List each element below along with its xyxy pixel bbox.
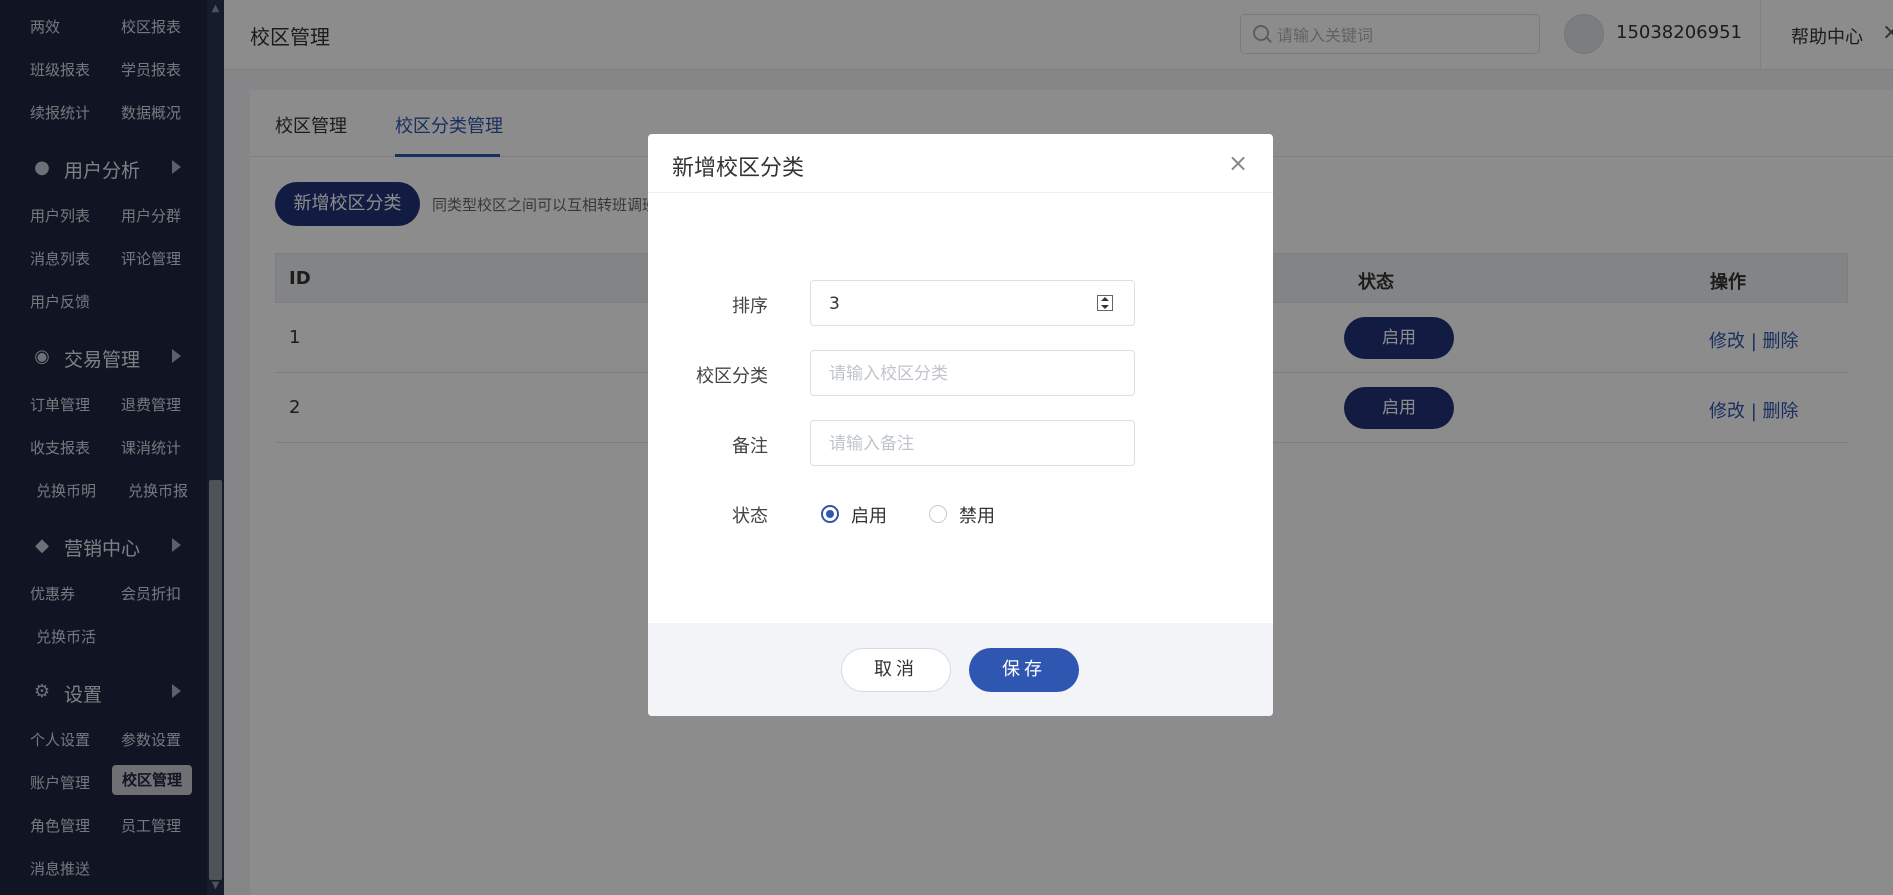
dialog-footer: 取消 保存 — [648, 623, 1273, 716]
sort-label: 排序 — [732, 296, 768, 317]
dialog-title: 新增校区分类 — [672, 156, 805, 181]
close-icon[interactable]: × — [1226, 151, 1250, 176]
radio-disabled[interactable] — [929, 505, 947, 523]
sort-input[interactable] — [829, 292, 1099, 316]
status-label: 状态 — [732, 506, 768, 527]
radio-disabled-label[interactable]: 禁用 — [959, 502, 995, 528]
category-label: 校区分类 — [696, 366, 768, 387]
save-button[interactable]: 保存 — [969, 648, 1079, 692]
category-input[interactable] — [829, 362, 1099, 386]
cancel-button[interactable]: 取消 — [841, 648, 951, 692]
category-field[interactable] — [810, 350, 1135, 396]
dialog-header: 新增校区分类 × — [648, 134, 1273, 193]
sort-field[interactable] — [810, 280, 1135, 326]
radio-enabled[interactable] — [821, 505, 839, 523]
remark-label: 备注 — [732, 436, 768, 457]
radio-enabled-label[interactable]: 启用 — [851, 502, 887, 528]
add-category-dialog: 新增校区分类 × 排序 校区分类 备注 状态 启用 禁用 取消 保存 — [648, 134, 1273, 716]
remark-input[interactable] — [829, 432, 1099, 456]
remark-field[interactable] — [810, 420, 1135, 466]
number-stepper-icon[interactable] — [1097, 295, 1113, 311]
